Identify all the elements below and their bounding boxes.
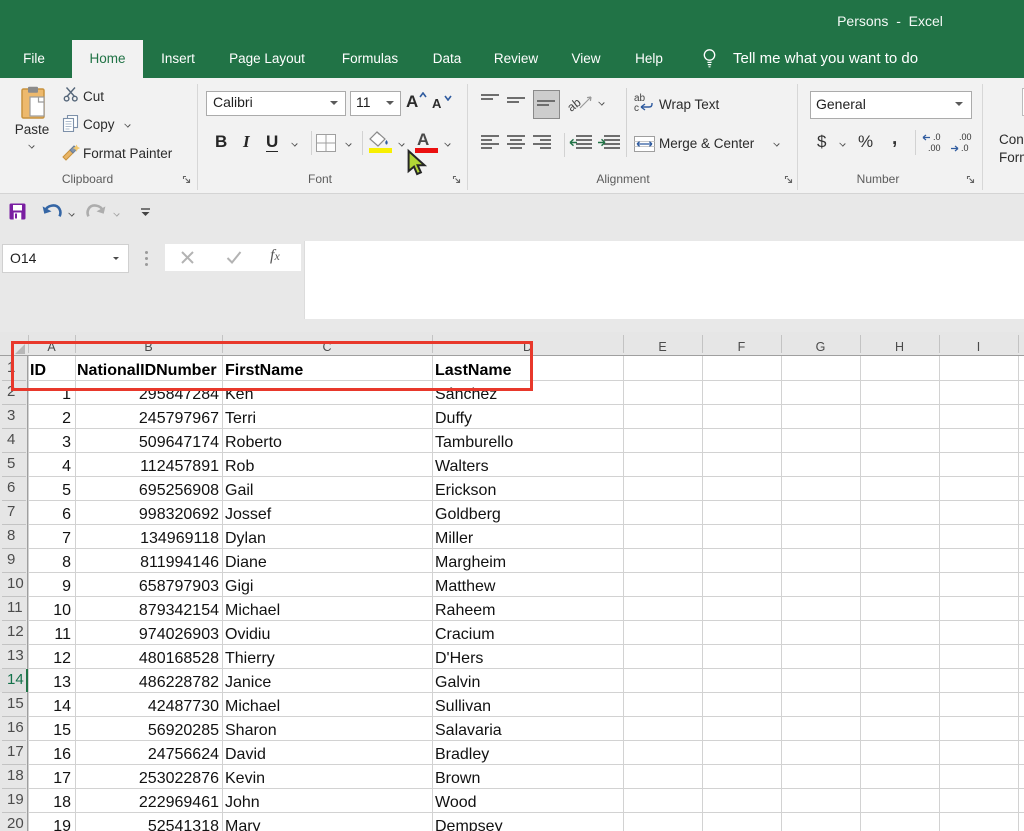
svg-text:c: c (634, 103, 639, 112)
